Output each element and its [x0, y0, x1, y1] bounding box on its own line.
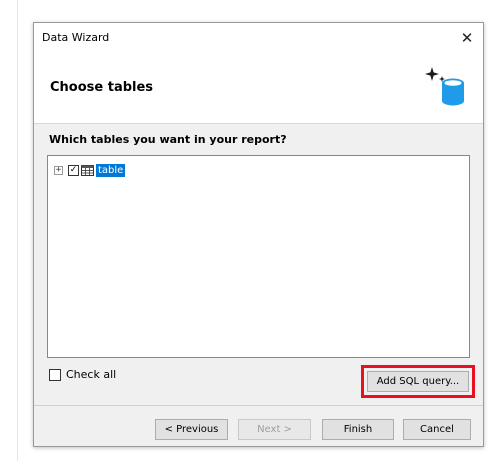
tables-tree[interactable]: + ✓ table	[47, 155, 470, 358]
screen: Data Wizard ✕ Choose tables Which tables…	[0, 0, 490, 461]
window-title: Data Wizard	[42, 31, 110, 44]
expand-icon[interactable]: +	[54, 165, 63, 175]
tree-item-checkbox[interactable]: ✓	[68, 164, 79, 176]
cancel-button[interactable]: Cancel	[403, 419, 471, 440]
next-button[interactable]: Next >	[238, 419, 311, 440]
page-title: Choose tables	[50, 80, 154, 95]
check-all-checkbox[interactable]	[49, 368, 61, 381]
check-all-label[interactable]: Check all	[66, 368, 116, 381]
title-bar[interactable]: Data Wizard ✕	[34, 23, 483, 53]
tree-item-table[interactable]: + ✓ table	[54, 163, 126, 177]
footer-separator	[34, 405, 483, 406]
database-sparkle-icon	[425, 67, 464, 106]
add-sql-query-button[interactable]: Add SQL query...	[367, 371, 469, 392]
background-divider	[17, 0, 18, 461]
previous-button[interactable]: < Previous	[155, 419, 228, 440]
data-wizard-dialog: Data Wizard ✕ Choose tables Which tables…	[33, 22, 484, 447]
tables-prompt: Which tables you want in your report?	[49, 133, 287, 146]
tree-item-label[interactable]: table	[96, 163, 126, 177]
finish-button[interactable]: Finish	[322, 419, 394, 440]
table-grid-icon	[81, 164, 94, 176]
check-all-control[interactable]: Check all	[49, 368, 116, 381]
close-button[interactable]: ✕	[457, 28, 477, 48]
wizard-header: Choose tables	[34, 53, 483, 124]
